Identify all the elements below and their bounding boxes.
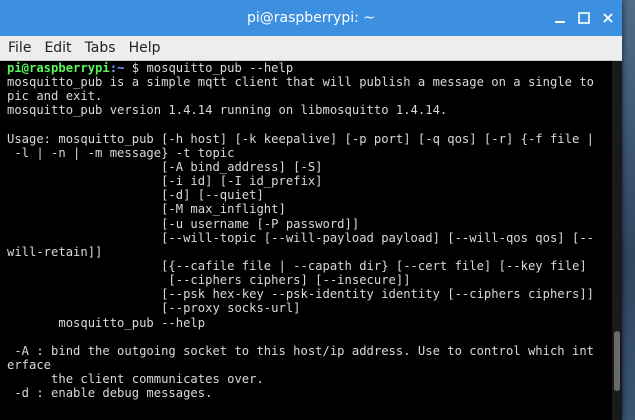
- output-line: [--will-topic [--will-payload payload] […: [7, 230, 594, 245]
- maximize-button[interactable]: [575, 9, 593, 27]
- output-line: pic and exit.: [7, 89, 103, 104]
- output-line: -d : enable debug messages.: [7, 386, 213, 401]
- terminal-output[interactable]: pi@raspberrypi:~ $ mosquitto_pub --help …: [7, 61, 611, 420]
- menu-tabs[interactable]: Tabs: [77, 40, 121, 56]
- output-line: [-A bind_address] [-S]: [7, 159, 323, 174]
- prompt-command: mosquitto_pub --help: [146, 61, 294, 75]
- prompt-symbol: $: [124, 61, 147, 75]
- menu-file[interactable]: File: [0, 40, 36, 56]
- output-line: [{--cafile file | --capath dir} [--cert …: [7, 258, 587, 273]
- minimize-button[interactable]: [551, 9, 569, 27]
- output-line: [-M max_inflight]: [7, 202, 286, 217]
- prompt-user-host: pi@raspberrypi: [7, 61, 110, 75]
- scrollbar-thumb[interactable]: [614, 331, 620, 391]
- prompt-line: pi@raspberrypi:~ $ mosquitto_pub --help: [7, 61, 611, 75]
- output-line: [-u username [-P password]]: [7, 216, 360, 231]
- minimize-icon: [555, 21, 565, 23]
- close-icon: [603, 13, 613, 23]
- menu-help[interactable]: Help: [121, 40, 166, 56]
- output-line: erface: [7, 357, 52, 372]
- terminal-scrollbar[interactable]: [612, 61, 622, 420]
- output-line: will-retain]]: [7, 244, 103, 259]
- maximize-icon: [578, 12, 590, 24]
- prompt-path: :~: [109, 61, 125, 75]
- output-line: mosquitto_pub --help: [7, 315, 206, 330]
- output-line: mosquitto_pub version 1.4.14 running on …: [7, 103, 448, 118]
- output-line: mosquitto_pub is a simple mqtt client th…: [7, 75, 594, 90]
- output-line: [--ciphers ciphers] [--insecure]]: [7, 273, 411, 288]
- menu-bar: File Edit Tabs Help: [0, 36, 622, 61]
- output-line: -l | -n | -m message} -t topic: [7, 145, 235, 160]
- output-line: [--psk hex-key --psk-identity identity […: [7, 287, 594, 302]
- terminal-window: pi@raspberrypi: ~ File Edit Tabs Help pi…: [0, 0, 622, 420]
- output-line: the client communicates over.: [7, 372, 264, 387]
- output-line: [-d] [--quiet]: [7, 188, 264, 203]
- window-title: pi@raspberrypi: ~: [246, 10, 376, 26]
- title-bar[interactable]: pi@raspberrypi: ~: [0, 0, 622, 36]
- close-button[interactable]: [599, 9, 617, 27]
- output-line: -A : bind the outgoing socket to this ho…: [7, 343, 594, 358]
- menu-edit[interactable]: Edit: [36, 40, 76, 56]
- output-line: [--proxy socks-url]: [7, 301, 301, 316]
- output-line: [-i id] [-I id_prefix]: [7, 174, 323, 189]
- output-line: Usage: mosquitto_pub [-h host] [-k keepa…: [7, 131, 594, 146]
